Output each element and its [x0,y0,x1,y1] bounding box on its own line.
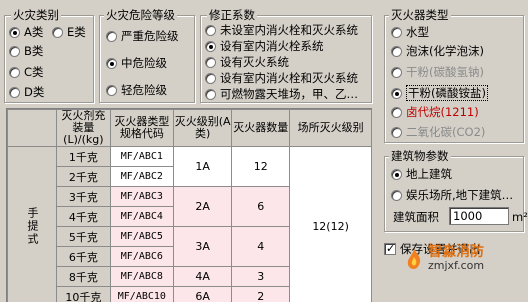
count-cell[interactable]: 4 [231,226,291,267]
ext-powder-bc-radio[interactable]: 干粉(碳酸氢钠) [391,65,484,79]
correction-title: 修正系数 [207,8,257,22]
radio-icon [205,72,216,84]
building-under-radio[interactable]: 娱乐场所,地下建筑… [391,188,513,202]
extinguisher-type-title: 灭火器类型 [389,8,451,22]
level-cell[interactable]: 2A [173,186,233,227]
level-cell[interactable]: 1A [173,146,233,187]
code-cell[interactable]: MF/ABC8 [109,266,175,287]
danger-level-light-radio[interactable]: 轻危险级 [106,83,167,97]
radio-icon [9,86,20,98]
ext-halon-radio[interactable]: 卤代烷(1211) [391,105,479,119]
radio-icon [391,66,402,78]
code-cell[interactable]: MF/ABC10 [109,286,175,302]
correction-none-radio[interactable]: 未设室内消火栓和灭火系统 [205,23,358,37]
danger-level-title: 火灾危险等级 [104,8,177,22]
amount-cell[interactable]: 10千克 [56,286,111,302]
correction-hydrant-radio[interactable]: 设有室内消火栓系统 [205,39,324,53]
watermark-url: zmjxf.com [428,259,485,272]
count-cell[interactable]: 6 [231,186,291,227]
correction-system-radio[interactable]: 设有灭火系统 [205,55,289,69]
radio-icon [106,84,117,96]
col-header-level[interactable]: 灭火级别(A类) [173,109,233,147]
amount-cell[interactable]: 2千克 [56,166,111,187]
radio-icon [391,45,402,57]
fire-class-title: 火灾类别 [11,8,61,22]
amount-cell[interactable]: 5千克 [56,226,111,247]
fire-class-d-radio[interactable]: D类 [9,85,44,99]
radio-icon [9,66,20,78]
amount-cell[interactable]: 1千克 [56,146,111,167]
site-level-cell[interactable]: 12(12) [289,146,372,302]
table-header-row: 灭火剂充装量(L)/(kg) 灭火器类型规格代码 灭火级别(A类) 灭火器数量 … [7,109,372,147]
radio-icon [205,56,216,68]
radio-icon [9,45,20,57]
area-unit: m² [512,210,528,224]
ext-foam-radio[interactable]: 泡沫(化学泡沫) [391,44,484,58]
ext-powder-abc-radio[interactable]: 干粉(磷酸铵盐) [391,85,488,101]
fire-class-group: 火灾类别 A类 E类 B类 C类 D类 [4,8,94,103]
amount-cell[interactable]: 6千克 [56,246,111,267]
amount-cell[interactable]: 8千克 [56,266,111,287]
extinguisher-grid: 灭火剂充装量(L)/(kg) 灭火器类型规格代码 灭火级别(A类) 灭火器数量 … [7,109,372,302]
col-header-count[interactable]: 灭火器数量 [231,109,291,147]
ext-co2-radio[interactable]: 二氧化碳(CO2) [391,125,485,139]
code-cell[interactable]: MF/ABC6 [109,246,175,267]
radio-icon [391,87,402,99]
radio-icon [52,26,63,38]
radio-icon [9,26,20,38]
code-cell[interactable]: MF/ABC3 [109,186,175,207]
radio-icon [391,126,402,138]
watermark: 智淼消防 zmjxf.com [403,245,484,273]
area-label: 建筑面积 [393,210,439,224]
radio-icon [391,26,402,38]
checkbox-icon [384,242,396,256]
radio-icon [106,30,117,42]
building-title: 建筑物参数 [389,149,451,163]
correction-outdoor-radio[interactable]: 可燃物露天堆场，甲、乙… [205,87,358,101]
table-corner [7,109,57,147]
area-input[interactable]: 1000 [449,207,509,225]
radio-icon [205,88,216,100]
count-cell[interactable]: 3 [231,266,291,287]
correction-group: 修正系数 未设室内消火栓和灭火系统 设有室内消火栓系统 设有灭火系统 设有室内消… [200,8,372,103]
fire-class-e-radio[interactable]: E类 [52,25,86,39]
level-cell[interactable]: 6A [173,286,233,302]
amount-cell[interactable]: 3千克 [56,186,111,207]
extinguisher-type-group: 灭火器类型 水型 泡沫(化学泡沫) 干粉(碳酸氢钠) 干粉(磷酸铵盐) 卤代烷(… [384,8,524,143]
col-header-site-level[interactable]: 场所灭火级别 [289,109,372,147]
fire-class-c-radio[interactable]: C类 [9,65,44,79]
ext-water-radio[interactable]: 水型 [391,25,429,39]
level-cell[interactable]: 3A [173,226,233,267]
count-cell[interactable]: 2 [231,286,291,302]
radio-icon [391,168,402,180]
fire-class-b-radio[interactable]: B类 [9,44,43,58]
flame-logo-icon [407,249,421,269]
radio-icon [205,24,216,36]
col-header-amount[interactable]: 灭火剂充装量(L)/(kg) [56,109,111,147]
radio-icon [391,189,402,201]
count-cell[interactable]: 12 [231,146,291,187]
col-header-code[interactable]: 灭火器类型规格代码 [109,109,175,147]
code-cell[interactable]: MF/ABC1 [109,146,175,167]
building-group: 建筑物参数 地上建筑 娱乐场所,地下建筑… 建筑面积 1000 m² [384,149,528,232]
code-cell[interactable]: MF/ABC2 [109,166,175,187]
radio-icon [391,106,402,118]
extinguisher-table: 灭火剂充装量(L)/(kg) 灭火器类型规格代码 灭火级别(A类) 灭火器数量 … [6,108,372,302]
correction-both-radio[interactable]: 设有室内消火栓和灭火系统 [205,71,358,85]
radio-icon [205,40,216,52]
building-above-radio[interactable]: 地上建筑 [391,167,452,181]
level-cell[interactable]: 4A [173,266,233,287]
danger-level-severe-radio[interactable]: 严重危险级 [106,29,179,43]
radio-icon [106,57,117,69]
amount-cell[interactable]: 4千克 [56,206,111,227]
danger-level-medium-radio[interactable]: 中危险级 [106,56,167,70]
code-cell[interactable]: MF/ABC5 [109,226,175,247]
row-group-label: 手提式 [7,146,57,302]
code-cell[interactable]: MF/ABC4 [109,206,175,227]
fire-class-a-radio[interactable]: A类 [9,25,43,39]
danger-level-group: 火灾危险等级 严重危险级 中危险级 轻危险级 [99,8,195,103]
table-row[interactable]: 手提式 1千克 MF/ABC1 1A 12 12(12) [7,146,372,302]
watermark-title: 智淼消防 [428,244,484,260]
